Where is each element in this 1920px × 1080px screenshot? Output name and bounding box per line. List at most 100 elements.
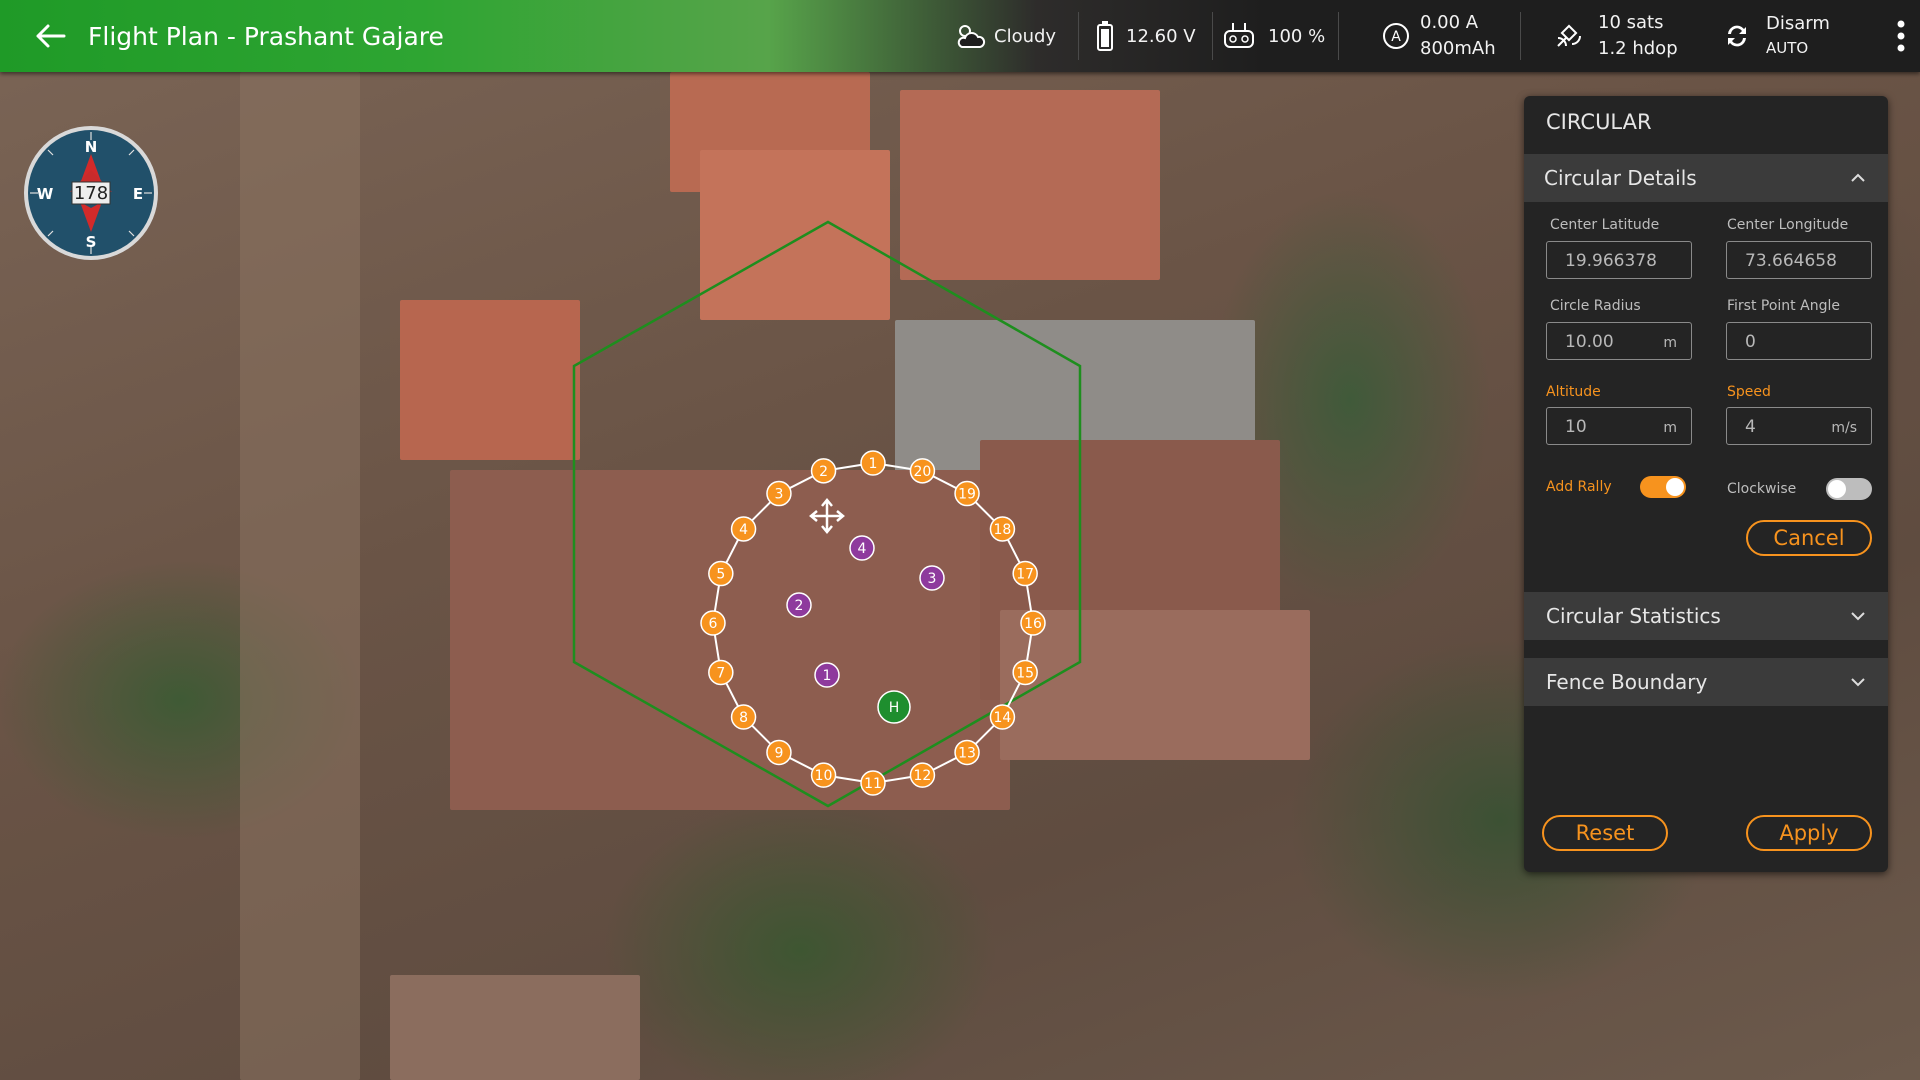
- fence-boundary-title: Fence Boundary: [1546, 670, 1708, 694]
- east-label: E: [133, 185, 143, 203]
- rally-point-marker[interactable]: 2: [786, 592, 812, 618]
- waypoint-marker-label: 15: [1016, 665, 1034, 681]
- first-point-angle-field[interactable]: 0: [1726, 322, 1872, 360]
- reset-button[interactable]: Reset: [1542, 815, 1668, 851]
- north-label: N: [85, 138, 98, 156]
- gps-status: 10 sats 1.2 hdop: [1552, 0, 1678, 72]
- circular-details-title: Circular Details: [1544, 166, 1697, 190]
- waypoint-marker[interactable]: 14: [989, 704, 1016, 730]
- current-status: A 0.00 A 800mAh: [1382, 0, 1496, 72]
- waypoint-marker-label: 17: [1016, 567, 1034, 583]
- south-label: S: [86, 233, 97, 251]
- center-longitude-field[interactable]: 73.664658: [1726, 241, 1872, 279]
- waypoint-marker-label: 18: [994, 522, 1012, 538]
- flight-mode-value: AUTO: [1766, 39, 1809, 57]
- rally-point-marker-label: 3: [928, 571, 937, 587]
- waypoint-marker[interactable]: 19: [954, 480, 980, 507]
- rc-status: 100 %: [1222, 0, 1325, 72]
- chevron-down-icon: [1851, 612, 1865, 621]
- center-latitude-label: Center Latitude: [1550, 217, 1660, 233]
- cancel-button[interactable]: Cancel: [1746, 520, 1872, 556]
- arm-state-value: Disarm: [1766, 13, 1830, 34]
- rc-signal-value: 100 %: [1268, 25, 1326, 47]
- back-arrow-icon: [36, 24, 66, 48]
- waypoint-marker[interactable]: 17: [1012, 560, 1038, 587]
- arm-status[interactable]: Disarm AUTO: [1722, 0, 1830, 72]
- apply-button[interactable]: Apply: [1746, 815, 1872, 851]
- speed-field[interactable]: 4 m/s: [1726, 407, 1872, 445]
- home-marker[interactable]: H: [877, 690, 911, 724]
- rally-point-marker[interactable]: 3: [919, 565, 945, 591]
- more-menu-button[interactable]: [1896, 0, 1906, 72]
- center-latitude-field[interactable]: 19.966378: [1546, 241, 1692, 279]
- rally-point-marker[interactable]: 1: [814, 662, 840, 688]
- waypoint-marker-label: 19: [958, 487, 976, 503]
- waypoint-marker[interactable]: 10: [810, 762, 837, 788]
- waypoint-marker-label: 7: [716, 665, 725, 681]
- top-bar: Flight Plan - Prashant Gajare Cloudy 12.…: [0, 0, 1920, 72]
- waypoint-marker-label: 1: [869, 456, 878, 472]
- svg-text:A: A: [1391, 29, 1401, 45]
- toggle-knob: [1666, 478, 1684, 496]
- waypoint-marker-label: 2: [819, 464, 828, 480]
- satellite-icon: [1557, 24, 1581, 47]
- circular-details-header[interactable]: Circular Details: [1524, 154, 1888, 202]
- rally-point-marker[interactable]: 4: [849, 535, 875, 561]
- divider: [1338, 12, 1339, 60]
- circular-statistics-header[interactable]: Circular Statistics: [1524, 592, 1888, 640]
- speed-label: Speed: [1727, 384, 1771, 400]
- toggle-knob: [1828, 480, 1846, 498]
- waypoint-marker[interactable]: 16: [1020, 610, 1046, 636]
- waypoint-marker[interactable]: 13: [954, 739, 980, 766]
- remote-controller-icon: [1224, 23, 1254, 48]
- fence-boundary-header[interactable]: Fence Boundary: [1524, 658, 1888, 706]
- waypoint-marker[interactable]: 2: [810, 458, 837, 484]
- waypoint-marker-label: 9: [774, 745, 783, 761]
- waypoint-marker-label: 10: [815, 768, 833, 784]
- waypoint-path: [711, 462, 1035, 785]
- altitude-label: Altitude: [1546, 384, 1601, 400]
- center-longitude-value: 73.664658: [1745, 251, 1837, 271]
- clockwise-toggle[interactable]: [1826, 478, 1872, 500]
- weather-label: Cloudy: [994, 25, 1057, 47]
- current-value: 0.00 A: [1420, 12, 1479, 33]
- waypoint-marker[interactable]: 11: [860, 770, 886, 796]
- weather-status: Cloudy: [954, 0, 1056, 72]
- waypoint-marker[interactable]: 3: [766, 480, 792, 507]
- altitude-value: 10: [1565, 417, 1587, 437]
- waypoint-marker[interactable]: 9: [766, 739, 792, 766]
- west-label: W: [37, 185, 54, 203]
- add-rally-label: Add Rally: [1546, 479, 1612, 495]
- waypoint-marker[interactable]: 8: [730, 704, 757, 730]
- heading-value: 178: [74, 183, 108, 204]
- add-rally-toggle[interactable]: [1640, 476, 1686, 498]
- back-button[interactable]: [34, 0, 66, 72]
- circle-radius-value: 10.00: [1565, 332, 1614, 352]
- move-cursor-icon: [809, 498, 845, 534]
- waypoint-marker[interactable]: 20: [909, 458, 936, 484]
- waypoint-marker-label: 5: [716, 567, 725, 583]
- waypoint-marker[interactable]: 15: [1012, 659, 1038, 686]
- waypoint-marker[interactable]: 1: [860, 450, 886, 476]
- waypoint-marker[interactable]: 18: [989, 516, 1016, 542]
- gps-sats-value: 10 sats: [1598, 12, 1664, 33]
- circle-radius-field[interactable]: 10.00 m: [1546, 322, 1692, 360]
- radius-unit: m: [1663, 335, 1677, 351]
- battery-status: 12.60 V: [1096, 0, 1196, 72]
- waypoint-marker[interactable]: 7: [708, 659, 734, 686]
- voltage-value: 12.60 V: [1126, 25, 1196, 47]
- waypoint-marker-label: 16: [1024, 616, 1042, 632]
- capacity-value: 800mAh: [1420, 38, 1496, 59]
- cloudy-icon: [957, 25, 986, 48]
- center-latitude-value: 19.966378: [1565, 251, 1657, 271]
- altitude-unit: m: [1663, 420, 1677, 436]
- waypoint-marker[interactable]: 5: [708, 560, 734, 587]
- gps-hdop-value: 1.2 hdop: [1598, 38, 1678, 59]
- clockwise-label: Clockwise: [1727, 481, 1797, 497]
- waypoint-marker-label: 20: [914, 464, 932, 480]
- waypoint-marker[interactable]: 6: [700, 610, 726, 636]
- waypoint-marker[interactable]: 4: [730, 516, 757, 542]
- speed-value: 4: [1745, 417, 1756, 437]
- waypoint-marker[interactable]: 12: [909, 762, 936, 788]
- altitude-field[interactable]: 10 m: [1546, 407, 1692, 445]
